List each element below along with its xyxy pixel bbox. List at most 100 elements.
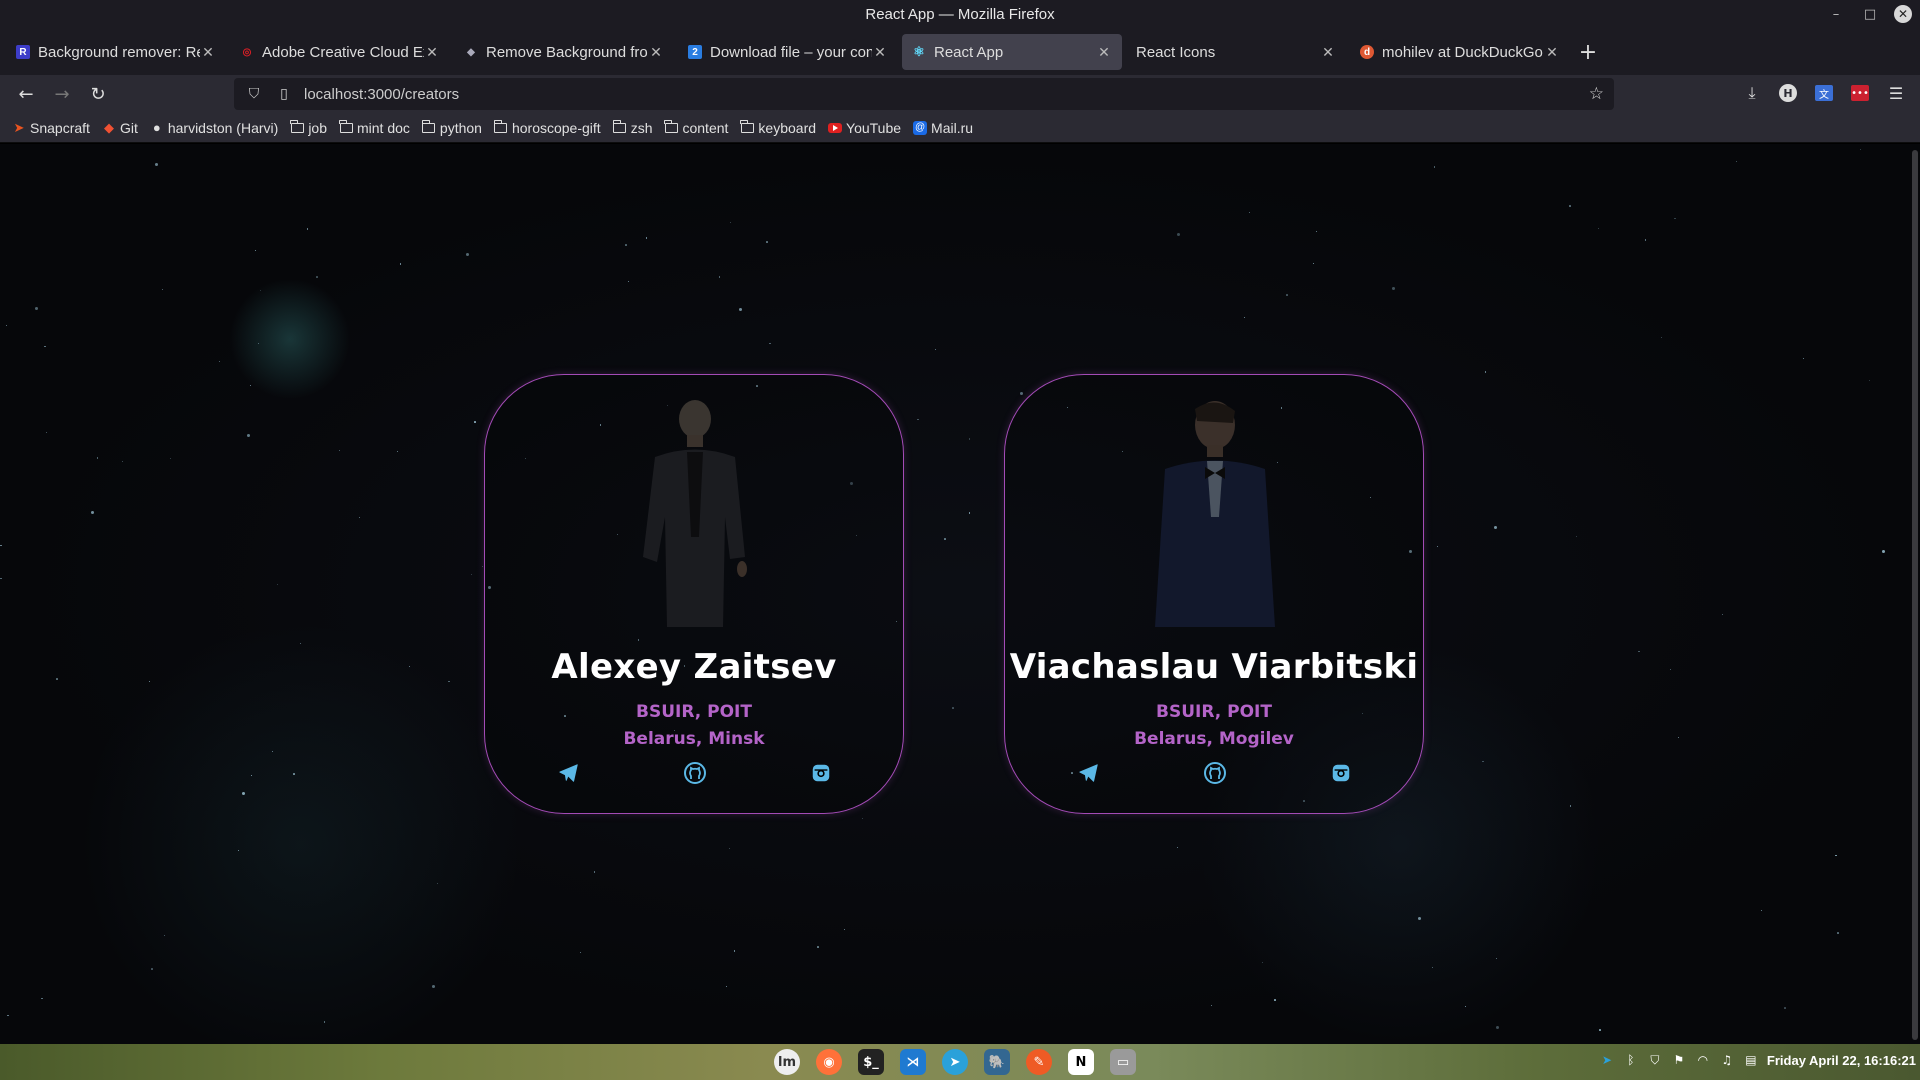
folder-icon [740,119,754,133]
tab-close-icon[interactable]: ✕ [872,44,888,61]
star-dot [1837,932,1839,934]
star-dot [1249,212,1251,214]
tab-remove-background[interactable]: ◆ Remove Background fron ✕ [454,34,674,70]
postman-icon[interactable]: ✎ [1022,1047,1056,1077]
extension-h-icon[interactable]: H [1776,79,1800,107]
minimize-icon[interactable]: – [1826,4,1846,24]
tab-close-icon[interactable]: ✕ [1320,44,1336,61]
tab-close-icon[interactable]: ✕ [1096,44,1112,61]
postgres-icon[interactable]: 🐘 [980,1047,1014,1077]
tab-duckduckgo[interactable]: d mohilev at DuckDuckGo ✕ [1350,34,1570,70]
telegram-tray-icon[interactable]: ➤ [1599,1052,1615,1068]
bookmark-label: zsh [630,119,653,136]
forward-icon[interactable]: → [46,78,78,110]
telegram-icon[interactable] [556,760,582,786]
files-icon[interactable]: ▭ [1106,1047,1140,1077]
tab-label: mohilev at DuckDuckGo [1382,43,1543,61]
bookmark-youtube[interactable]: YouTube [828,120,901,136]
bookmark-label: mint doc [357,119,410,136]
star-dot [625,244,627,246]
downloads-icon[interactable]: ⤓ [1740,79,1764,107]
github-icon[interactable] [1202,760,1228,786]
bookmark-github[interactable]: ● harvidston (Harvi) [150,120,278,136]
bookmark-mailru[interactable]: @ Mail.ru [913,120,973,136]
star-dot [219,361,221,363]
star-dot [769,342,771,345]
star-dot [34,306,38,310]
star-dot [1597,227,1600,230]
url-text[interactable]: localhost:3000/creators [304,86,459,103]
shield-tray-icon[interactable]: ⛉ [1647,1052,1663,1068]
github-icon[interactable] [682,760,708,786]
translate-extension-icon[interactable]: 文 [1812,79,1836,107]
react-icon: ⚛ [913,44,925,59]
star-dot [1261,961,1264,964]
notion-icon[interactable]: N [1064,1047,1098,1077]
bookmark-horoscope-gift[interactable]: horoscope-gift [493,119,601,136]
bookmark-star-icon[interactable]: ☆ [1589,84,1604,104]
page-scrollbar[interactable] [1912,150,1918,1040]
duckduckgo-icon: d [1360,45,1374,59]
star-dot [1392,286,1396,290]
star-dot [56,678,58,680]
star-dot [1599,1029,1601,1031]
star-dot [1177,232,1181,236]
star-dot [1274,999,1276,1001]
music-icon[interactable]: ♫ [1719,1052,1735,1068]
tab-close-icon[interactable]: ✕ [648,44,664,61]
star-dot [272,750,274,752]
bookmark-content[interactable]: content [664,119,728,136]
tab-adobe-creative-cloud[interactable]: ◎ Adobe Creative Cloud Ex ✕ [230,34,450,70]
adobe-cc-icon: ◎ [242,46,252,58]
shield-icon[interactable]: ⛉ [244,86,264,102]
terminal-icon[interactable]: $_ [854,1047,888,1077]
page-info-icon[interactable]: ▯ [274,86,294,102]
wifi-icon[interactable]: ◠ [1695,1052,1711,1068]
bookmark-git[interactable]: ◆ Git [102,120,138,136]
bluetooth-icon[interactable]: ᛒ [1623,1052,1639,1068]
tab-react-app[interactable]: ⚛ React App ✕ [902,34,1122,70]
instagram-icon[interactable] [808,760,834,786]
tab-download-file[interactable]: 2 Download file – your con ✕ [678,34,898,70]
lastpass-extension-icon[interactable]: ••• [1848,79,1872,107]
back-icon[interactable]: ← [10,78,42,110]
star-dot [1313,262,1315,264]
bookmark-python[interactable]: python [421,119,482,136]
tab-close-icon[interactable]: ✕ [1544,44,1560,61]
linux-mint-menu-icon[interactable]: lm [770,1047,804,1077]
close-window-icon[interactable]: ✕ [1894,5,1912,23]
menu-icon[interactable]: ☰ [1884,79,1908,107]
clipboard-icon[interactable]: ▤ [1743,1052,1759,1068]
new-tab-button[interactable]: + [1574,38,1602,66]
creator-university: BSUIR, POIT [636,702,752,722]
tab-close-icon[interactable]: ✕ [200,44,216,61]
reload-icon[interactable]: ↻ [82,78,114,110]
star-dot [1802,357,1805,360]
instagram-icon[interactable] [1328,760,1354,786]
bookmark-label: harvidston (Harvi) [167,119,279,136]
star-dot [250,384,252,386]
creator-name: Alexey Zaitsev [551,647,837,687]
bookmark-zsh[interactable]: zsh [612,119,653,136]
star-dot [431,984,435,988]
star-dot [250,774,252,776]
tab-label: Download file – your con [710,43,872,61]
star-dot [169,457,171,459]
bookmark-mint-doc[interactable]: mint doc [339,119,410,136]
star-dot [409,665,411,667]
bookmark-keyboard[interactable]: keyboard [740,119,816,136]
tab-close-icon[interactable]: ✕ [424,44,440,61]
url-bar[interactable]: ⛉ ▯ localhost:3000/creators ☆ [234,78,1614,110]
telegram-icon[interactable]: ➤ [938,1047,972,1077]
bookmark-job[interactable]: job [290,119,327,136]
tab-background-remover[interactable]: R Background remover: Re ✕ [6,34,226,70]
keyboard-layout-flag-icon[interactable]: ⚑ [1671,1052,1687,1068]
maximize-icon[interactable]: □ [1860,4,1880,24]
telegram-icon[interactable] [1076,760,1102,786]
vscode-icon[interactable]: ⋊ [896,1047,930,1077]
folder-icon [612,119,627,133]
tab-react-icons[interactable]: React Icons ✕ [1126,34,1346,70]
system-clock[interactable]: Friday April 22, 16:16:21 [1767,1053,1916,1068]
bookmark-snapcraft[interactable]: ➤ Snapcraft [12,120,90,136]
firefox-icon[interactable]: ◉ [812,1047,846,1077]
